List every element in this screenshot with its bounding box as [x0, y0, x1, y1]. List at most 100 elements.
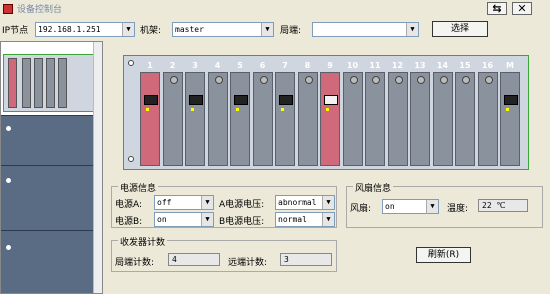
- fan-select[interactable]: on ▼: [382, 199, 439, 214]
- app-icon: [3, 3, 13, 14]
- local-count-value: 4: [168, 253, 220, 266]
- title-bar: 设备控制台 ⇆ ✕: [0, 0, 550, 17]
- chassis-slot-12[interactable]: 12: [387, 58, 409, 168]
- chassis-slot-14[interactable]: 14: [432, 58, 454, 168]
- chassis-slot-1[interactable]: 1: [139, 58, 161, 168]
- chevron-down-icon[interactable]: ▼: [201, 213, 213, 226]
- rack-slot[interactable]: [1, 230, 102, 293]
- chassis-slot-6[interactable]: 6: [252, 58, 274, 168]
- screw-icon: [462, 76, 470, 84]
- rack-slot[interactable]: [1, 165, 102, 230]
- slot-number: 14: [436, 61, 449, 70]
- chassis-slot-7[interactable]: 7: [274, 58, 296, 168]
- rack-slot[interactable]: [1, 115, 102, 165]
- card-body: [410, 72, 430, 166]
- card-body: [185, 72, 205, 166]
- counter-title: 收发器计数: [118, 235, 168, 248]
- screw-icon: [169, 76, 178, 84]
- power-a-volt-label: A电源电压:: [219, 200, 265, 210]
- card-body: [477, 72, 498, 166]
- chassis-slot-2[interactable]: 2: [162, 58, 184, 168]
- chevron-down-icon[interactable]: ▼: [322, 213, 334, 226]
- power-group: 电源信息 电源A: off ▼ A电源电压: abnormal ▼ 电源B: o…: [111, 181, 337, 228]
- chassis-slot-13[interactable]: 13: [409, 58, 431, 168]
- card-body: [230, 72, 250, 166]
- chevron-down-icon[interactable]: ▼: [322, 196, 334, 209]
- port-select[interactable]: ▼: [312, 21, 419, 37]
- network-port-icon: [279, 95, 293, 105]
- slot-number: 11: [369, 61, 381, 70]
- select-button[interactable]: 选择: [432, 21, 488, 37]
- toolbar: IP节点 192.168.1.251 ▼ 机架: master ▼ 局端: ▼ …: [0, 19, 550, 39]
- chevron-down-icon[interactable]: ▼: [261, 22, 273, 36]
- fan-value: on: [385, 202, 395, 211]
- power-title: 电源信息: [118, 181, 159, 194]
- close-icon[interactable]: ✕: [512, 2, 532, 15]
- network-port-icon: [234, 95, 248, 105]
- card-body: [207, 72, 228, 166]
- vertical-scrollbar[interactable]: [93, 42, 102, 293]
- screw-icon: [349, 76, 358, 84]
- power-b-select[interactable]: on ▼: [154, 212, 214, 227]
- chassis-slot-5[interactable]: 5: [229, 58, 251, 168]
- mini-card: [8, 58, 17, 108]
- status-led-icon: [191, 108, 194, 111]
- slot-number: 10: [346, 61, 359, 70]
- card-body: [140, 72, 160, 166]
- screw-icon: [439, 76, 448, 84]
- chevron-down-icon[interactable]: ▼: [122, 22, 134, 36]
- status-led-icon: [326, 108, 329, 111]
- slot-number: 15: [459, 61, 471, 70]
- card-body: [252, 72, 273, 166]
- status-led-icon: [281, 108, 284, 111]
- rack-thumbnail[interactable]: [3, 54, 102, 112]
- chassis-slot-15[interactable]: 15: [454, 58, 476, 168]
- chassis-slot-16[interactable]: 16: [477, 58, 499, 168]
- ip-label: IP节点: [2, 25, 29, 36]
- power-b-volt-label: B电源电压:: [219, 217, 265, 227]
- chassis-slot-9[interactable]: 9: [319, 58, 341, 168]
- card-body: [297, 72, 318, 166]
- restore-icon[interactable]: ⇆: [487, 2, 507, 15]
- chassis-slot-8[interactable]: 8: [297, 58, 319, 168]
- power-b-value: on: [157, 215, 167, 224]
- chassis-slot-M[interactable]: M: [499, 58, 521, 168]
- chassis-slot-10[interactable]: 10: [342, 58, 364, 168]
- chassis-slot-11[interactable]: 11: [364, 58, 386, 168]
- main-area: 1 2 3 4 5 6 7 8 9 10 11 12 13 14 15 16 M 电源信息 电源A: off ▼…: [105, 41, 550, 294]
- rack-list-panel[interactable]: [0, 41, 103, 294]
- window-title: 设备控制台: [17, 5, 63, 15]
- remote-count-value: 3: [280, 253, 332, 266]
- ip-select[interactable]: 192.168.1.251 ▼: [35, 21, 135, 37]
- chevron-down-icon[interactable]: ▼: [426, 200, 438, 213]
- rack-select[interactable]: master ▼: [172, 21, 274, 37]
- fan-label: 风扇:: [350, 204, 372, 214]
- power-a-volt-select[interactable]: abnormal ▼: [275, 195, 335, 210]
- slot-number: 6: [259, 61, 266, 70]
- app-window: 设备控制台 ⇆ ✕ IP节点 192.168.1.251 ▼ 机架: maste…: [0, 0, 550, 294]
- status-led-icon: [146, 108, 149, 111]
- temp-value: 22 ℃: [478, 199, 528, 212]
- screw-icon: [304, 76, 313, 84]
- local-count-label: 局端计数:: [115, 258, 155, 268]
- screw-icon: [372, 76, 380, 84]
- chassis-view: 1 2 3 4 5 6 7 8 9 10 11 12 13 14 15 16 M: [123, 55, 529, 170]
- network-port-icon: [504, 95, 518, 105]
- chassis-slot-3[interactable]: 3: [184, 58, 206, 168]
- slot-number: 3: [192, 61, 198, 70]
- chevron-down-icon[interactable]: ▼: [201, 196, 213, 209]
- card-body: [342, 72, 363, 166]
- power-b-volt-select[interactable]: normal ▼: [275, 212, 335, 227]
- power-a-select[interactable]: off ▼: [154, 195, 214, 210]
- screw-icon: [214, 76, 223, 84]
- card-body: [500, 72, 520, 166]
- chassis-slot-4[interactable]: 4: [207, 58, 229, 168]
- ip-value: 192.168.1.251: [38, 24, 101, 34]
- temp-label: 温度:: [447, 204, 469, 214]
- refresh-button[interactable]: 刷新(R): [416, 247, 471, 263]
- chevron-down-icon[interactable]: ▼: [406, 22, 418, 36]
- slot-number: 1: [147, 61, 153, 70]
- power-a-label: 电源A:: [115, 200, 143, 210]
- rack-label: 机架:: [140, 25, 162, 36]
- card-body: [275, 72, 295, 166]
